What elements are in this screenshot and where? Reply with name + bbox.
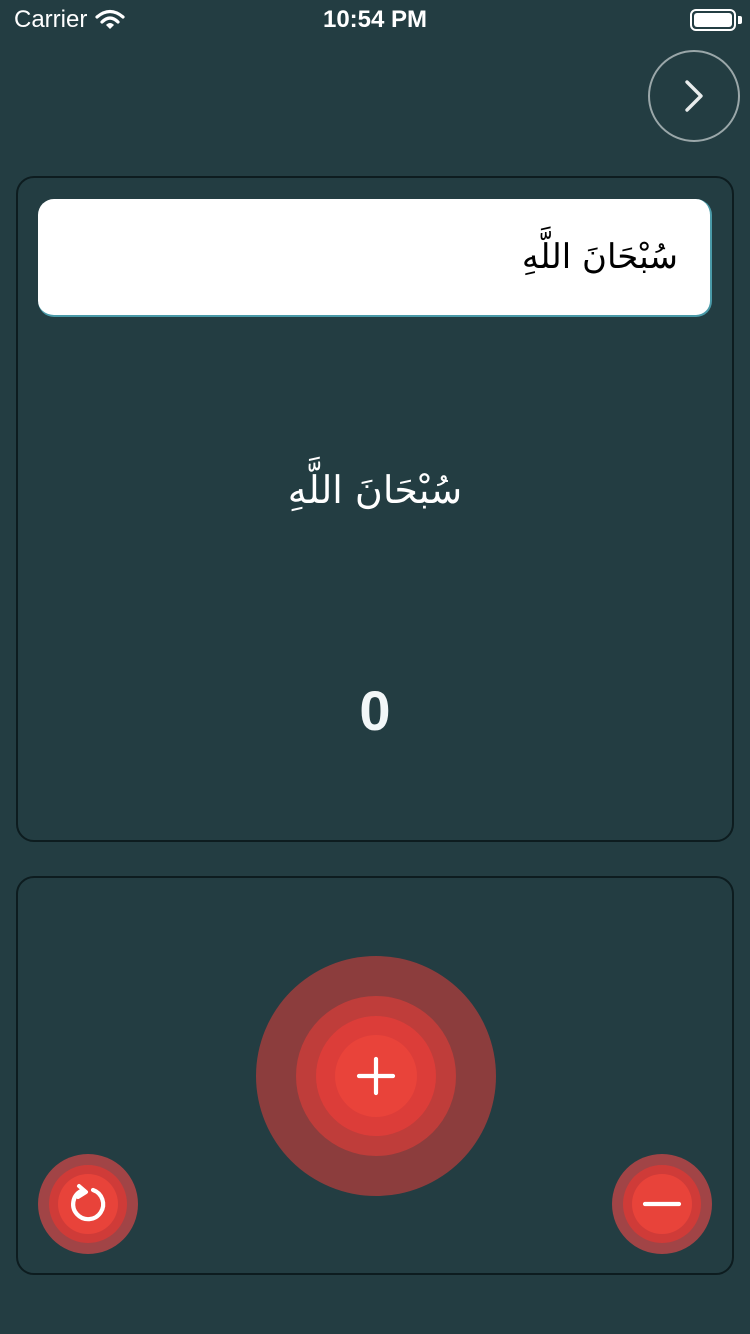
- chevron-right-icon: [685, 80, 703, 112]
- increment-button[interactable]: [256, 956, 496, 1196]
- dhikr-selector[interactable]: سُبْحَانَ اللَّهِ: [38, 199, 712, 317]
- reset-button[interactable]: [38, 1154, 138, 1254]
- reset-ring: [49, 1165, 127, 1243]
- dhikr-selector-text: سُبْحَانَ اللَّهِ: [521, 237, 678, 277]
- battery-icon: [690, 9, 736, 31]
- dhikr-panel: سُبْحَانَ اللَّهِ سُبْحَانَ اللَّهِ 0: [16, 176, 734, 842]
- increment-ring-inner: [316, 1016, 436, 1136]
- increment-core: [335, 1035, 417, 1117]
- counter-value: 0: [359, 679, 391, 742]
- increment-ring-outer: [296, 996, 456, 1156]
- status-bar: Carrier 10:54 PM: [0, 0, 750, 40]
- reset-icon: [71, 1184, 106, 1222]
- reset-core: [58, 1174, 118, 1234]
- decrement-button[interactable]: [612, 1154, 712, 1254]
- status-time: 10:54 PM: [322, 6, 428, 33]
- minus-icon: [642, 1201, 682, 1207]
- plus-icon: [356, 1056, 396, 1096]
- dhikr-display-text: سُبْحَانَ اللَّهِ: [287, 468, 463, 512]
- decrement-core: [632, 1174, 692, 1234]
- battery-tip: [738, 16, 742, 24]
- controls-panel: [16, 876, 734, 1275]
- next-button[interactable]: [648, 50, 740, 142]
- decrement-ring: [623, 1165, 701, 1243]
